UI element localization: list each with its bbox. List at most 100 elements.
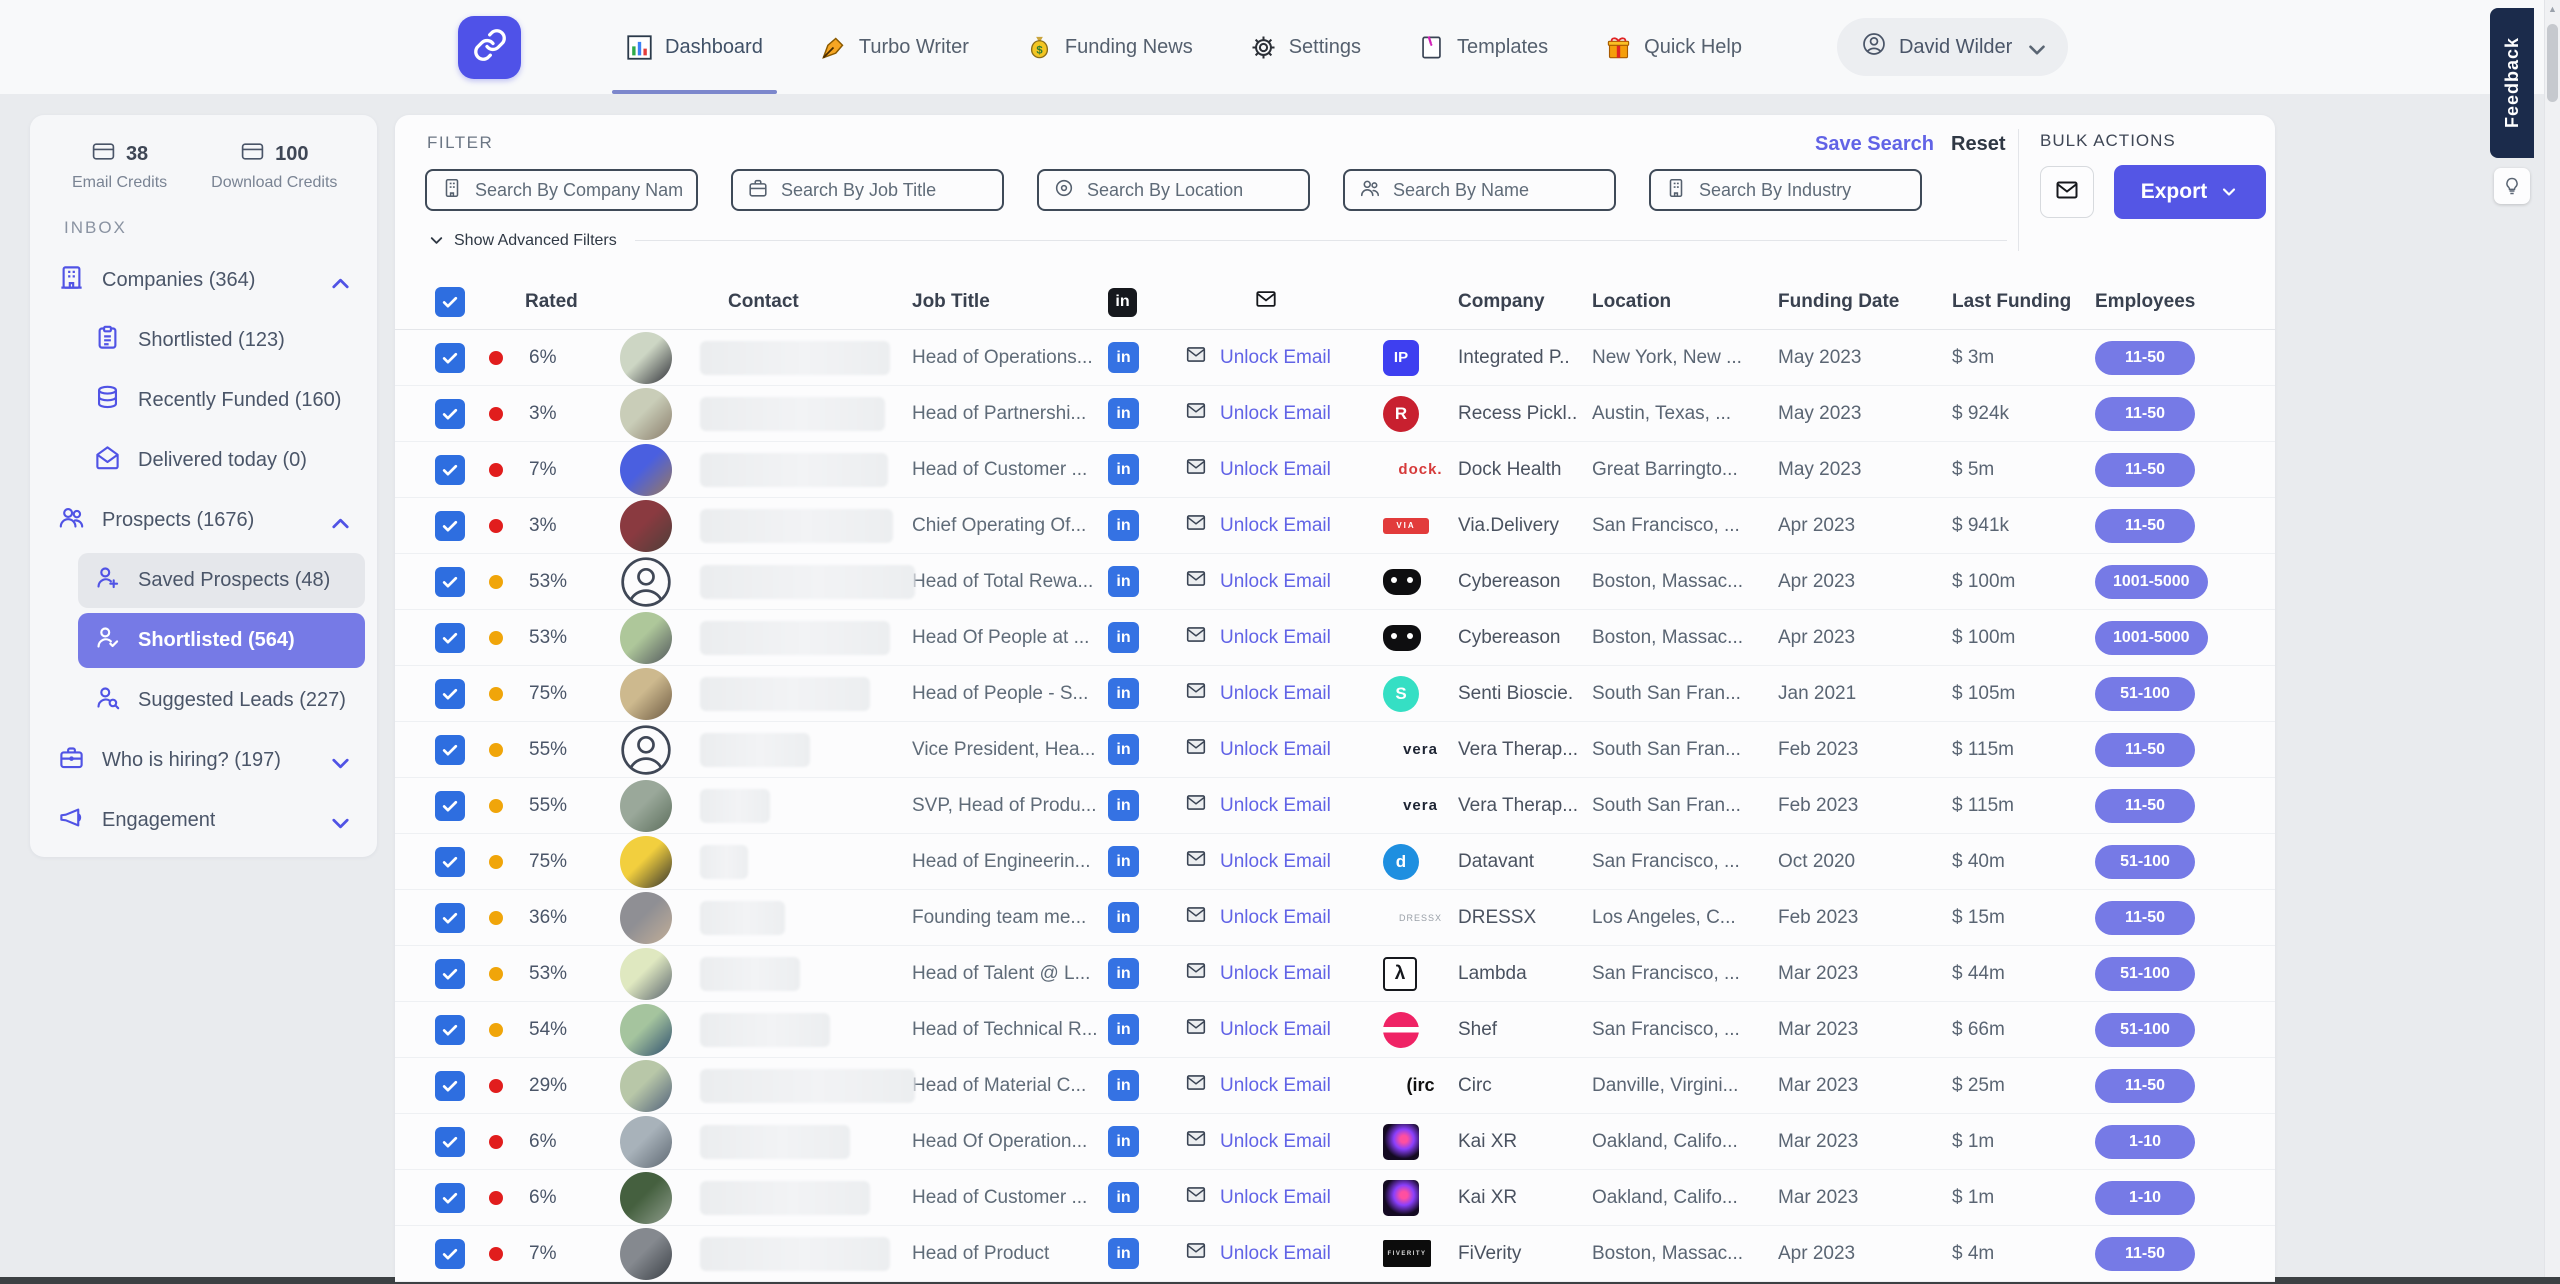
row-checkbox[interactable] [435, 343, 465, 373]
sidebar-item-engagement[interactable]: Engagement [42, 793, 365, 848]
chevron-down-icon[interactable] [327, 750, 349, 772]
column-header-last-funding[interactable]: Last Funding [1952, 291, 2095, 313]
linkedin-icon[interactable]: in [1108, 1238, 1139, 1269]
row-checkbox[interactable] [435, 903, 465, 933]
unlock-email-button[interactable]: Unlock Email [1183, 848, 1383, 875]
row-checkbox[interactable] [435, 735, 465, 765]
row-checkbox[interactable] [435, 959, 465, 989]
unlock-email-button[interactable]: Unlock Email [1183, 792, 1383, 819]
linkedin-icon[interactable]: in [1108, 342, 1139, 373]
row-checkbox[interactable] [435, 399, 465, 429]
row-checkbox[interactable] [435, 455, 465, 485]
reset-button[interactable]: Reset [1951, 133, 2005, 156]
column-header-location[interactable]: Location [1592, 291, 1778, 313]
linkedin-icon[interactable]: in [1108, 566, 1139, 597]
show-advanced-filters[interactable]: Show Advanced Filters [427, 231, 2007, 250]
linkedin-icon[interactable]: in [1108, 510, 1139, 541]
column-header-company[interactable]: Company [1458, 291, 1592, 313]
unlock-email-button[interactable]: Unlock Email [1183, 624, 1383, 651]
sidebar-item-recently-funded[interactable]: Recently Funded (160) [78, 373, 365, 428]
sidebar-item-delivered-today[interactable]: Delivered today (0) [78, 433, 365, 488]
column-header-contact[interactable]: Contact [700, 291, 912, 313]
linkedin-icon[interactable]: in [1108, 846, 1139, 877]
tab-turbo-writer[interactable]: Turbo Writer [820, 0, 969, 94]
row-checkbox[interactable] [435, 567, 465, 597]
column-header-rated[interactable]: Rated [485, 291, 620, 313]
sidebar-item-who-is-hiring[interactable]: Who is hiring? (197) [42, 733, 365, 788]
unlock-email-button[interactable]: Unlock Email [1183, 568, 1383, 595]
unlock-email-button[interactable]: Unlock Email [1183, 1240, 1383, 1267]
search-job-title-box[interactable] [731, 169, 1004, 211]
column-header-job-title[interactable]: Job Title [912, 291, 1108, 313]
row-checkbox[interactable] [435, 1183, 465, 1213]
page-scrollbar[interactable]: ▲ [2544, 0, 2560, 1284]
app-logo[interactable] [458, 16, 521, 79]
unlock-email-button[interactable]: Unlock Email [1183, 456, 1383, 483]
search-industry-box[interactable] [1649, 169, 1922, 211]
sidebar-item-suggested-leads[interactable]: Suggested Leads (227) [78, 673, 365, 728]
search-location-box[interactable] [1037, 169, 1310, 211]
unlock-email-button[interactable]: Unlock Email [1183, 344, 1383, 371]
linkedin-icon[interactable]: in [1108, 902, 1139, 933]
search-industry-input[interactable] [1699, 180, 1906, 201]
unlock-email-button[interactable]: Unlock Email [1183, 736, 1383, 763]
linkedin-icon[interactable]: in [1108, 1126, 1139, 1157]
tab-quick-help[interactable]: Quick Help [1605, 0, 1742, 94]
unlock-email-button[interactable]: Unlock Email [1183, 1016, 1383, 1043]
row-checkbox[interactable] [435, 791, 465, 821]
unlock-email-button[interactable]: Unlock Email [1183, 400, 1383, 427]
linkedin-icon[interactable]: in [1108, 1070, 1139, 1101]
sidebar-item-saved-prospects[interactable]: Saved Prospects (48) [78, 553, 365, 608]
linkedin-icon[interactable]: in [1108, 958, 1139, 989]
tab-funding-news[interactable]: $ Funding News [1026, 0, 1193, 94]
unlock-email-button[interactable]: Unlock Email [1183, 1128, 1383, 1155]
row-checkbox[interactable] [435, 679, 465, 709]
search-company-input[interactable] [475, 180, 682, 201]
linkedin-icon[interactable]: in [1108, 398, 1139, 429]
row-checkbox[interactable] [435, 1071, 465, 1101]
row-checkbox[interactable] [435, 847, 465, 877]
row-checkbox[interactable] [435, 1015, 465, 1045]
unlock-email-button[interactable]: Unlock Email [1183, 1072, 1383, 1099]
sidebar-item-prospects[interactable]: Prospects (1676) [42, 493, 365, 548]
unlock-email-button[interactable]: Unlock Email [1183, 512, 1383, 539]
linkedin-icon[interactable]: in [1108, 734, 1139, 765]
chevron-up-icon[interactable] [327, 270, 349, 292]
unlock-email-button[interactable]: Unlock Email [1183, 904, 1383, 931]
save-search-button[interactable]: Save Search [1815, 133, 1934, 156]
row-checkbox[interactable] [435, 1239, 465, 1269]
linkedin-icon[interactable]: in [1108, 790, 1139, 821]
search-company-box[interactable] [425, 169, 698, 211]
select-all-checkbox[interactable] [435, 287, 465, 317]
sidebar-item-shortlisted-companies[interactable]: Shortlisted (123) [78, 313, 365, 368]
sidebar-item-shortlisted-prospects[interactable]: Shortlisted (564) [78, 613, 365, 668]
search-name-box[interactable] [1343, 169, 1616, 211]
column-header-employees[interactable]: Employees [2095, 291, 2275, 313]
unlock-email-button[interactable]: Unlock Email [1183, 1184, 1383, 1211]
tab-templates[interactable]: Templates [1418, 0, 1548, 94]
column-header-funding-date[interactable]: Funding Date [1778, 291, 1952, 313]
chevron-down-icon[interactable] [327, 810, 349, 832]
row-checkbox[interactable] [435, 623, 465, 653]
linkedin-icon[interactable]: in [1108, 1014, 1139, 1045]
chevron-up-icon[interactable] [327, 510, 349, 532]
user-menu[interactable]: David Wilder [1837, 18, 2068, 76]
linkedin-icon[interactable]: in [1108, 622, 1139, 653]
scroll-up-arrow[interactable]: ▲ [2548, 4, 2557, 14]
search-name-input[interactable] [1393, 180, 1600, 201]
linkedin-icon[interactable]: in [1108, 678, 1139, 709]
unlock-email-button[interactable]: Unlock Email [1183, 960, 1383, 987]
search-job-title-input[interactable] [781, 180, 988, 201]
export-button[interactable]: Export [2114, 165, 2266, 219]
sidebar-item-companies[interactable]: Companies (364) [42, 253, 365, 308]
tab-dashboard[interactable]: Dashboard [626, 0, 763, 94]
linkedin-icon[interactable]: in [1108, 454, 1139, 485]
scrollbar-thumb[interactable] [2547, 24, 2558, 102]
search-location-input[interactable] [1087, 180, 1294, 201]
unlock-email-button[interactable]: Unlock Email [1183, 680, 1383, 707]
row-checkbox[interactable] [435, 1127, 465, 1157]
feedback-tab[interactable]: Feedback [2490, 8, 2534, 158]
bulk-email-button[interactable] [2040, 166, 2094, 218]
tab-settings[interactable]: Settings [1250, 0, 1361, 94]
linkedin-icon[interactable]: in [1108, 1182, 1139, 1213]
